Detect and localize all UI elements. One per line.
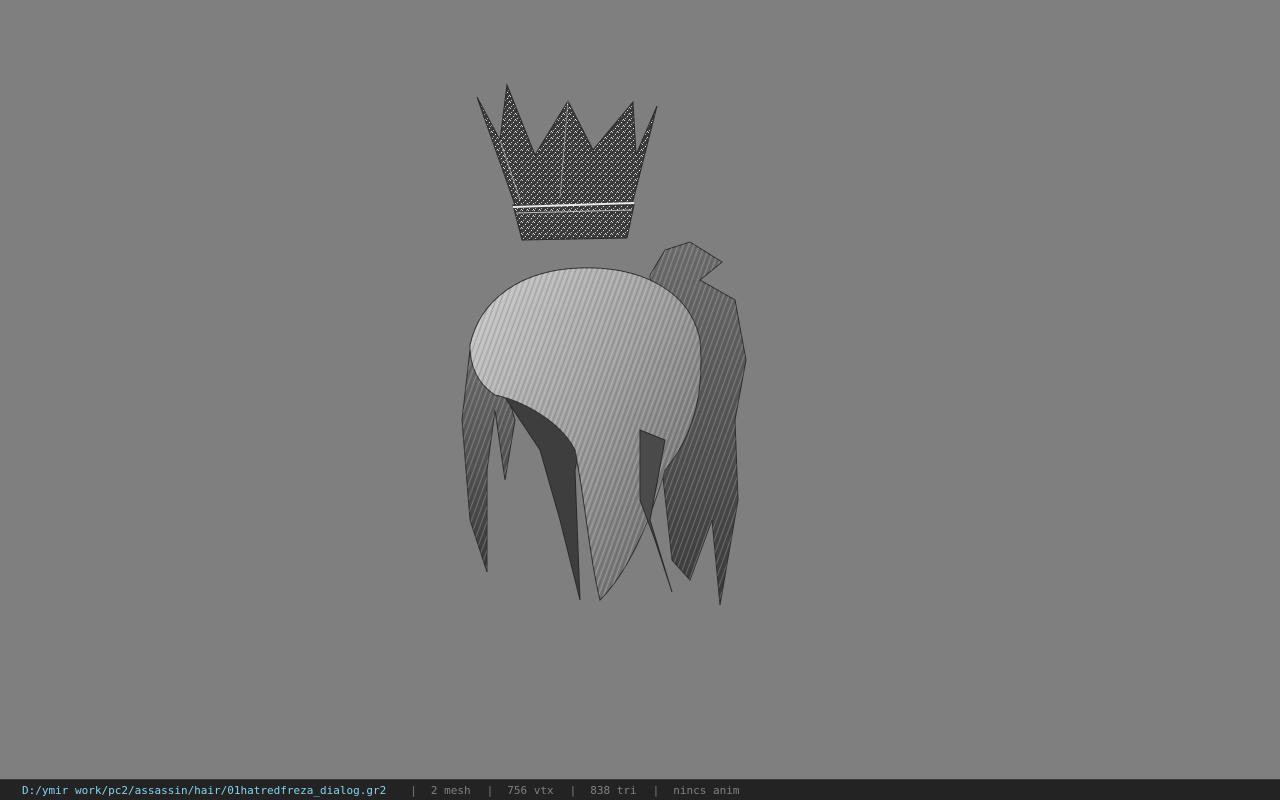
crown-mesh [476,83,658,241]
separator: | [569,783,577,797]
anim-status: nincs anim [673,783,740,797]
triangle-count: 838 tri [590,783,637,797]
file-path: D:/ymir work/pc2/assassin/hair/01hatredf… [22,783,387,797]
model-render [461,83,747,606]
status-bar: D:/ymir work/pc2/assassin/hair/01hatredf… [0,779,1280,800]
3d-viewport[interactable] [0,0,1280,779]
mesh-count: 2 mesh [430,783,471,797]
separator: | [486,783,494,797]
hair-mesh [461,241,747,606]
separator: | [652,783,660,797]
separator: | [410,783,417,797]
vertex-count: 756 vtx [507,783,554,797]
